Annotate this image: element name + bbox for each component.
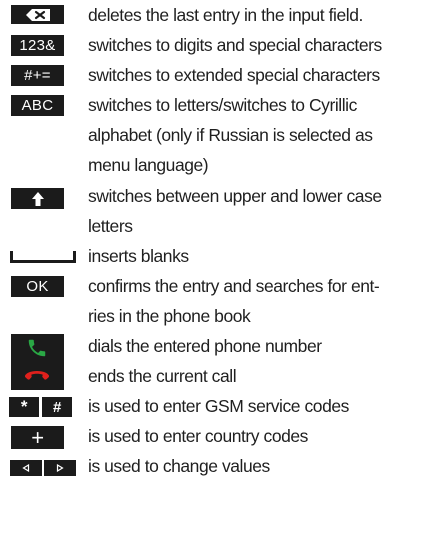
description-line: letters — [88, 216, 133, 236]
description-line: alphabet (only if Russian is selected as — [88, 125, 373, 145]
star-key: * — [9, 397, 39, 417]
ok-key: OK — [11, 276, 64, 297]
arrow-right-icon — [56, 464, 64, 472]
hash-key: # — [42, 397, 72, 417]
end-call-description: ends the current call — [88, 361, 437, 391]
description-line: switches between upper and lower case — [88, 186, 382, 206]
backspace-description: deletes the last entry in the input fiel… — [88, 0, 437, 30]
arrow-divider — [42, 460, 44, 476]
description-line: dials the entered phone number — [88, 336, 322, 356]
description-line: ends the current call — [88, 366, 237, 386]
call-keys-block — [11, 334, 64, 390]
digits-description: switches to digits and special character… — [88, 30, 437, 60]
call-description: dials the entered phone number — [88, 331, 437, 361]
digits-key: 123& — [11, 35, 64, 56]
plus-key: + — [11, 425, 64, 450]
space-bar-icon — [10, 251, 76, 263]
description-line: inserts blanks — [88, 246, 189, 266]
description-line: menu language) — [88, 155, 209, 175]
shift-key — [11, 188, 64, 209]
green-phone-icon — [28, 339, 46, 357]
plus-description: is used to enter country codes — [88, 421, 437, 451]
letters-description: switches to letters/switches to Cyrillic… — [88, 90, 437, 180]
description-line: switches to extended special characters — [88, 65, 380, 85]
description-line: ries in the phone book — [88, 306, 251, 326]
extended-description: switches to extended special characters — [88, 60, 437, 90]
description-line: switches to digits and special character… — [88, 35, 382, 55]
extended-chars-key: #+= — [11, 65, 64, 86]
arrow-left-icon — [22, 464, 30, 472]
description-line: switches to letters/switches to Cyrillic — [88, 95, 357, 115]
backspace-key — [11, 5, 64, 24]
red-phone-icon — [24, 371, 50, 380]
description-line: deletes the last entry in the input fiel… — [88, 5, 363, 25]
arrow-keys-block — [10, 460, 76, 476]
backspace-icon — [25, 8, 50, 21]
space-description: inserts blanks — [88, 241, 437, 271]
letters-key: ABC — [11, 95, 64, 116]
shift-arrow-icon — [31, 191, 44, 206]
arrows-description: is used to change values — [88, 451, 437, 481]
description-line: confirms the entry and searches for ent- — [88, 276, 380, 296]
star-hash-description: is used to enter GSM service codes — [88, 391, 437, 421]
description-line: is used to enter country codes — [88, 426, 308, 446]
ok-description: confirms the entry and searches for ent-… — [88, 271, 437, 331]
description-line: is used to change values — [88, 456, 270, 476]
description-line: is used to enter GSM service codes — [88, 396, 349, 416]
shift-description: switches between upper and lower case le… — [88, 181, 437, 241]
